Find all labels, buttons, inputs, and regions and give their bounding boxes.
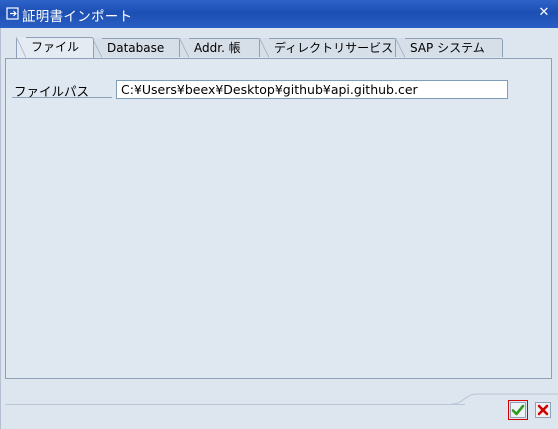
window-title: 証明書インポート [22,9,133,25]
title-bar: 証明書インポート ✕ [0,0,558,28]
tab-file[interactable]: ファイル [16,37,94,58]
tab-label: SAP システム [410,41,485,55]
ok-button[interactable] [510,402,526,418]
tab-database[interactable]: Database [92,38,181,58]
tab-label: Addr. 帳 [194,41,241,55]
tab-label: ファイル [31,40,80,54]
tab-sap-system[interactable]: SAP システム [395,38,503,58]
tab-address-book[interactable]: Addr. 帳 [179,38,261,58]
tab-panel-file: ファイルパス [5,58,552,379]
tab-label: Database [107,41,165,55]
file-path-input[interactable] [116,80,508,99]
import-dialog-icon [6,7,19,20]
status-divider [5,404,465,405]
x-cancel-icon [537,404,549,416]
label-underline [12,97,112,98]
close-icon[interactable]: ✕ [534,4,554,23]
tab-label: ディレクトリサービス [274,41,394,55]
checkmark-icon [511,404,525,416]
tab-directory-service[interactable]: ディレクトリサービス [259,38,397,58]
cancel-button[interactable] [535,402,551,418]
